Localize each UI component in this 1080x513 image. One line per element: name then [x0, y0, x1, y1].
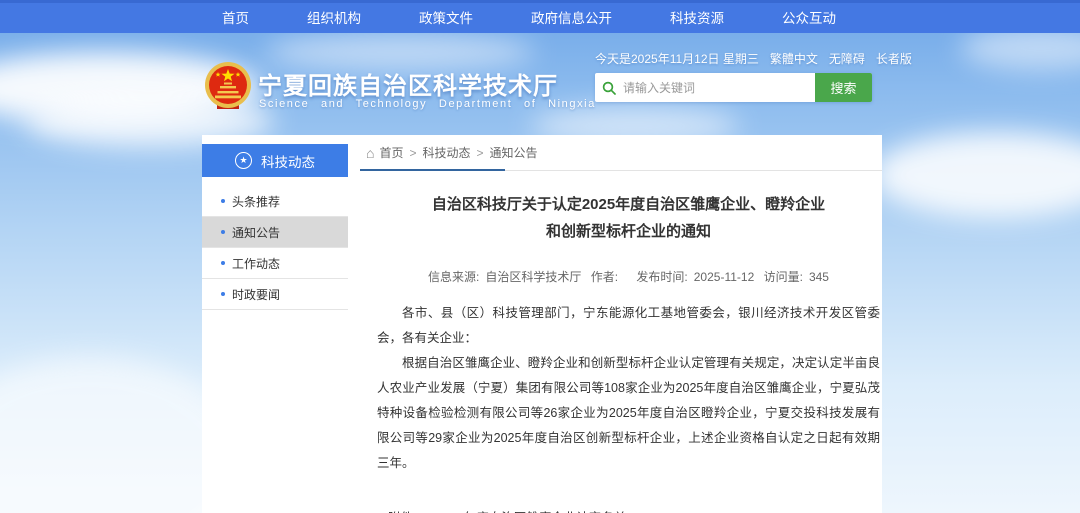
header-topbar: 今天是2025年11月12日 星期三 繁體中文 无障碍 长者版: [595, 50, 873, 66]
site-subtitle: Science and Technology Department of Nin…: [259, 98, 596, 110]
nav-item-gov-info-disclosure[interactable]: 政府信息公开: [531, 7, 612, 27]
attachment-link[interactable]: 1.2025年度自治区雏鹰企业认定名单: [426, 508, 664, 513]
nav-item-public-interaction[interactable]: 公众互动: [782, 7, 836, 27]
traditional-chinese-link[interactable]: 繁體中文: [770, 50, 818, 67]
article-paragraph: 根据自治区雏鹰企业、瞪羚企业和创新型标杆企业认定管理有关规定，决定认定半亩良人农…: [377, 351, 880, 476]
search-button[interactable]: 搜索: [815, 73, 872, 102]
visits-count: 345: [809, 270, 829, 284]
sidebar: ★ 科技动态 头条推荐 通知公告 工作动态 时政要闻: [202, 135, 348, 310]
article-paragraph: 各市、县（区）科技管理部门，宁东能源化工基地管委会，银川经济技术开发区管委会，各…: [377, 301, 880, 351]
sidebar-item-work-news[interactable]: 工作动态: [202, 248, 348, 279]
visits-label: 访问量:: [764, 270, 803, 284]
breadcrumb: ⌂ 首页 > 科技动态 > 通知公告: [360, 135, 882, 171]
search-input[interactable]: [623, 73, 815, 102]
sidebar-item-label: 工作动态: [232, 255, 280, 272]
author-label: 作者:: [591, 270, 618, 284]
breadcrumb-separator: >: [409, 146, 416, 160]
article-title-line1: 自治区科技厅关于认定2025年度自治区雏鹰企业、瞪羚企业: [377, 191, 880, 218]
attachments-block: 附件： 1.2025年度自治区雏鹰企业认定名单 2.2025年度自治区瞪羚企业认…: [377, 508, 880, 513]
bullet-dot-icon: [221, 261, 225, 265]
bullet-dot-icon: [221, 292, 225, 296]
bullet-dot-icon: [221, 230, 225, 234]
breadcrumb-separator: >: [477, 146, 484, 160]
article-title-line2: 和创新型标杆企业的通知: [377, 218, 880, 245]
article-meta: 信息来源: 自治区科学技术厅 作者: 发布时间: 2025-11-12 访问量: 34…: [377, 268, 880, 285]
sidebar-item-label: 通知公告: [232, 224, 280, 241]
article: 自治区科技厅关于认定2025年度自治区雏鹰企业、瞪羚企业 和创新型标杆企业的通知…: [377, 171, 880, 513]
bullet-dot-icon: [221, 199, 225, 203]
search-icon: [595, 73, 623, 102]
source-value: 自治区科学技术厅: [485, 270, 581, 284]
home-icon: ⌂: [366, 146, 374, 160]
sidebar-header: ★ 科技动态: [202, 144, 348, 177]
cloud-decoration: [265, 34, 535, 70]
accessibility-link[interactable]: 无障碍: [829, 50, 865, 67]
sidebar-item-label: 头条推荐: [232, 193, 280, 210]
elder-version-link[interactable]: 长者版: [876, 50, 912, 67]
article-title: 自治区科技厅关于认定2025年度自治区雏鹰企业、瞪羚企业 和创新型标杆企业的通知: [377, 191, 880, 245]
attachments-list: 1.2025年度自治区雏鹰企业认定名单 2.2025年度自治区瞪羚企业认定名单 …: [426, 508, 664, 513]
breadcrumb-category[interactable]: 科技动态: [423, 144, 471, 161]
top-nav: 首页 组织机构 政策文件 政府信息公开 科技资源 公众互动: [0, 0, 1080, 33]
national-emblem-logo: [203, 61, 253, 111]
article-body: 各市、县（区）科技管理部门，宁东能源化工基地管委会，银川经济技术开发区管委会，各…: [377, 301, 880, 476]
site-title: 宁夏回族自治区科学技术厅: [258, 66, 558, 101]
breadcrumb-current: 通知公告: [490, 144, 538, 161]
cloud-decoration: [872, 132, 1080, 218]
today-date-text: 今天是2025年11月12日 星期三: [595, 50, 759, 67]
circular-arrow-star-icon: ★: [235, 152, 252, 169]
main-content: ⌂ 首页 > 科技动态 > 通知公告 自治区科技厅关于认定2025年度自治区雏鹰…: [360, 135, 882, 171]
nav-item-policy-documents[interactable]: 政策文件: [419, 7, 473, 27]
nav-item-home[interactable]: 首页: [222, 7, 249, 27]
sidebar-item-headlines[interactable]: 头条推荐: [202, 186, 348, 217]
nav-item-organization[interactable]: 组织机构: [307, 7, 361, 27]
publish-date: 2025-11-12: [694, 270, 755, 284]
sidebar-item-notices[interactable]: 通知公告: [202, 217, 348, 248]
content-panel: ★ 科技动态 头条推荐 通知公告 工作动态 时政要闻 ⌂: [202, 135, 882, 513]
sidebar-item-label: 时政要闻: [232, 286, 280, 303]
attachments-label: 附件：: [388, 508, 426, 513]
breadcrumb-home[interactable]: 首页: [379, 144, 403, 161]
nav-item-tech-resources[interactable]: 科技资源: [670, 7, 724, 27]
sidebar-item-current-politics[interactable]: 时政要闻: [202, 279, 348, 310]
search-bar: 搜索: [595, 73, 872, 102]
publish-label: 发布时间:: [636, 270, 687, 284]
sidebar-title: 科技动态: [261, 151, 315, 171]
source-label: 信息来源:: [428, 270, 479, 284]
